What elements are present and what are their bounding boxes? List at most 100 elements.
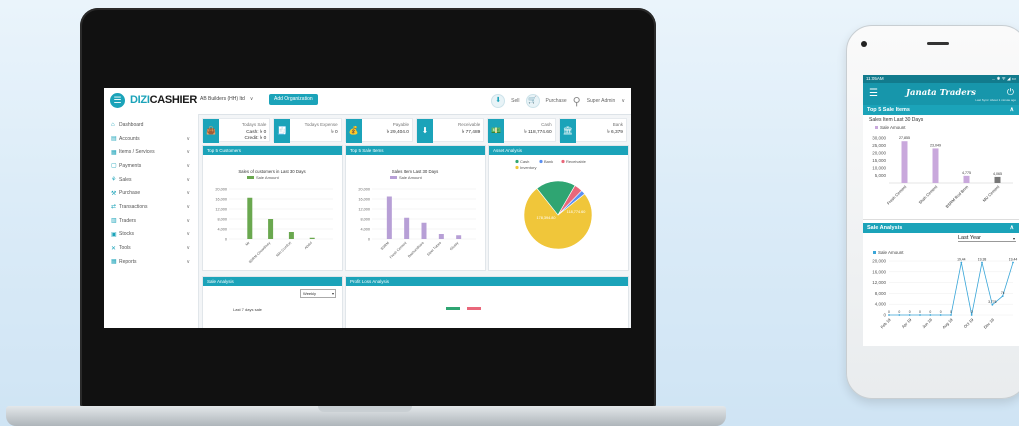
stat-card[interactable]: 💵 Cash ৳ 118,774.60 <box>487 118 556 143</box>
legend-label: Sale Amount <box>256 175 280 180</box>
data-label: 4,775 <box>962 171 971 175</box>
data-label: 0 <box>950 310 952 314</box>
stat-card[interactable]: 👜 Todays Sale Cash: ৳ 0 Credit: ৳ 0 <box>202 118 271 143</box>
top-sale-items-panel: Top 5 Sale Items Sales Item Last 30 Days… <box>345 145 486 271</box>
sale-analysis-panel: Sale Analysis Weekly ▾ Last 7 days sale <box>202 276 343 328</box>
sidebar-item-label: Transactions <box>119 203 148 210</box>
legend-dot <box>515 159 519 164</box>
data-label: 27,855 <box>899 136 910 140</box>
y-tick-label: 16,000 <box>358 197 370 201</box>
purchase-button[interactable]: Purchase <box>546 98 567 104</box>
data-point <box>888 314 890 316</box>
stat-value: ৳ 0 <box>331 130 338 135</box>
chevron-down-icon[interactable]: ∨ <box>186 231 190 237</box>
app-logo[interactable]: DIZICASHIER <box>130 94 197 106</box>
legend-swatch <box>873 251 876 254</box>
sidebar-item-items-services[interactable]: ▦ Items / Services ∨ <box>104 145 198 159</box>
sidebar-item-label: Reports <box>119 258 137 265</box>
chevron-down-icon[interactable]: ∨ <box>186 190 190 196</box>
chevron-down-icon[interactable]: ∨ <box>186 149 190 155</box>
phone-sale-items-chart: Sale Amount 5,000 10,000 15,000 20,000 25,000… <box>872 125 1013 209</box>
x-tick-label: MAI Comfort <box>275 241 292 258</box>
panel-title: Top 5 Customers <box>203 146 342 155</box>
chevron-up-icon[interactable]: ∧ <box>1010 105 1014 115</box>
stat-value: Credit: ৳ 0 <box>244 136 267 141</box>
data-point <box>929 314 932 316</box>
legend-label: Cash <box>520 159 529 164</box>
data-point <box>950 314 952 316</box>
y-tick-label: 0 <box>225 237 227 241</box>
data-label: 0 <box>971 310 973 314</box>
x-tick-label: Oct 19 <box>962 317 974 329</box>
money-bag-icon: 💰 <box>345 119 362 143</box>
add-organization-button[interactable]: Add Organization <box>269 94 318 105</box>
organization-select[interactable]: AB Builders (HH) ltd ∨ <box>200 96 253 102</box>
stocks-icon: ▣ <box>111 231 117 238</box>
chevron-down-icon[interactable]: ∨ <box>186 177 190 183</box>
hand-money-icon: ⬇ <box>416 119 433 143</box>
stat-card[interactable]: 🧾 Todays Expense ৳ 0 <box>273 118 342 143</box>
section-sale-analysis[interactable]: Sale Analysis ∧ <box>863 223 1019 233</box>
legend-dot <box>561 159 565 164</box>
sales-icon: ⚘ <box>111 177 117 184</box>
sidebar-item-sales[interactable]: ⚘ Sales ∨ <box>104 173 198 187</box>
laptop-base <box>6 406 726 426</box>
power-icon[interactable]: ⏻ <box>1007 87 1014 98</box>
period-select[interactable]: Last Year ▾ <box>958 235 1016 242</box>
sidebar-item-dashboard[interactable]: ⌂ Dashboard <box>104 118 198 132</box>
chevron-down-icon[interactable]: ∨ <box>621 98 625 104</box>
sidebar-item-transactions[interactable]: ⇄ Transactions ∨ <box>104 200 198 214</box>
status-time: 11:05AM <box>866 76 884 81</box>
sell-button[interactable]: Sell <box>511 98 519 104</box>
x-tick-label: BSRM Rod 8mm <box>944 184 969 209</box>
x-tick-label: BSRM Chowdhury <box>248 241 271 264</box>
data-point <box>1001 295 1004 297</box>
sidebar-item-purchase[interactable]: ⚒ Purchase ∨ <box>104 186 198 200</box>
menu-icon[interactable]: ☰ <box>110 93 125 108</box>
y-tick-label: 4,000 <box>360 227 370 231</box>
purchase-icon[interactable]: 🛒 <box>525 94 540 108</box>
chevron-down-icon[interactable]: ∨ <box>186 218 190 224</box>
legend-label: Receivable <box>566 159 587 164</box>
legend-swatch <box>875 126 878 129</box>
section-top-sale-items[interactable]: Top 5 Sale Items ∧ <box>863 105 1019 115</box>
chevron-down-icon[interactable]: ∨ <box>186 204 190 210</box>
sidebar-item-stocks[interactable]: ▣ Stocks ∨ <box>104 228 198 242</box>
sidebar-item-reports[interactable]: ▦ Reports ∨ <box>104 255 198 269</box>
bar <box>901 141 908 183</box>
legend-label: Inventory <box>520 165 536 170</box>
bar <box>309 237 315 239</box>
stat-card[interactable]: ⬇ Receivable ৳ 77,489 <box>415 118 485 143</box>
top-customers-chart: Sales of customers in Last 30 DaysSale A… <box>215 169 333 264</box>
chevron-down-icon[interactable]: ∨ <box>186 259 190 265</box>
status-bar: 11:05AM ... ✱ ᯤ ◢ ▭ <box>863 75 1019 83</box>
stat-card[interactable]: 💰 Payable ৳ 29,404.0 <box>344 118 413 143</box>
sidebar-item-accounts[interactable]: ▤ Accounts ∨ <box>104 132 198 146</box>
data-label: 3,776 <box>988 300 997 304</box>
chevron-down-icon[interactable]: ∨ <box>186 136 190 142</box>
panel-title: Asset Analysis <box>489 146 628 155</box>
phone-sale-analysis-chart: Sale Amount04,0008,00012,00016,00020,000… <box>872 250 1017 330</box>
sell-icon[interactable]: ⬇ <box>491 94 506 108</box>
data-label: 0 <box>888 310 890 314</box>
user-menu[interactable]: Super Admin <box>587 98 616 104</box>
y-tick-label: 12,000 <box>872 280 886 285</box>
bar <box>456 235 462 239</box>
y-tick-label: 10,000 <box>872 166 886 171</box>
sidebar-item-traders[interactable]: ▥ Traders ∨ <box>104 214 198 228</box>
chevron-up-icon[interactable]: ∧ <box>1010 223 1014 233</box>
sidebar-item-tools[interactable]: ✕ Tools ∨ <box>104 241 198 255</box>
sidebar-item-payments[interactable]: ▢ Payments ∨ <box>104 159 198 173</box>
x-tick-label: Dec 19 <box>983 317 996 330</box>
panel-title: Top 5 Sale Items <box>346 146 485 155</box>
period-select[interactable]: Weekly ▾ <box>300 289 336 298</box>
bar <box>386 196 392 239</box>
user-icon[interactable]: ⚲ <box>573 95 581 108</box>
stat-card[interactable]: 🏛 Bank ৳ 6,379 <box>558 118 627 143</box>
chevron-down-icon[interactable]: ∨ <box>186 245 190 251</box>
chevron-down-icon[interactable]: ∨ <box>186 163 190 169</box>
y-tick-label: 0 <box>883 313 886 318</box>
receipt-icon: 🧾 <box>274 119 291 143</box>
y-tick-label: 20,000 <box>872 259 886 264</box>
traders-icon: ▥ <box>111 218 117 225</box>
